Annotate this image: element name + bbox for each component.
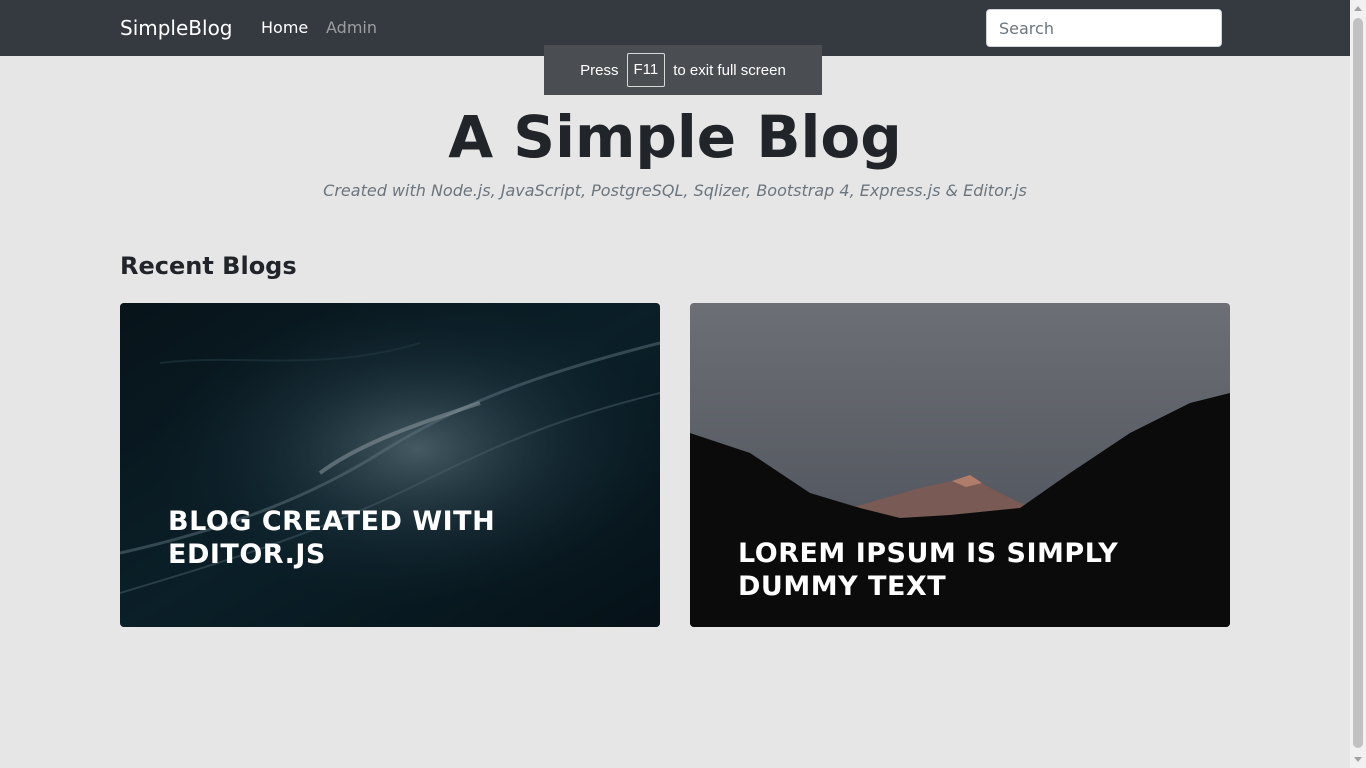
- vertical-scrollbar[interactable]: [1350, 0, 1366, 768]
- nav-home-link[interactable]: Home: [261, 17, 308, 39]
- scroll-down-arrow-icon[interactable]: [1354, 757, 1362, 762]
- recent-blogs-heading: Recent Blogs: [120, 252, 297, 280]
- nav-admin-link[interactable]: Admin: [326, 17, 377, 39]
- fullscreen-notice: Press F11 to exit full screen: [544, 45, 822, 95]
- page-subtitle: Created with Node.js, JavaScript, Postgr…: [323, 181, 1027, 200]
- scroll-up-arrow-icon[interactable]: [1354, 6, 1362, 11]
- scrollbar-thumb[interactable]: [1353, 18, 1363, 748]
- blog-card-title: LOREM IPSUM IS SIMPLY DUMMY TEXT: [738, 538, 1119, 602]
- blog-card[interactable]: LOREM IPSUM IS SIMPLY DUMMY TEXT: [690, 303, 1230, 627]
- fullscreen-key: F11: [626, 53, 666, 87]
- page-title: A Simple Blog: [448, 103, 902, 171]
- brand-link[interactable]: SimpleBlog: [120, 15, 233, 41]
- search-input[interactable]: [986, 9, 1222, 47]
- fullscreen-notice-prefix: Press: [580, 61, 619, 79]
- fullscreen-notice-suffix: to exit full screen: [673, 61, 786, 79]
- blog-card-title: BLOG CREATED WITH EDITOR.JS: [168, 506, 496, 570]
- ocean-waves-image: [120, 303, 660, 627]
- blog-card[interactable]: BLOG CREATED WITH EDITOR.JS: [120, 303, 660, 627]
